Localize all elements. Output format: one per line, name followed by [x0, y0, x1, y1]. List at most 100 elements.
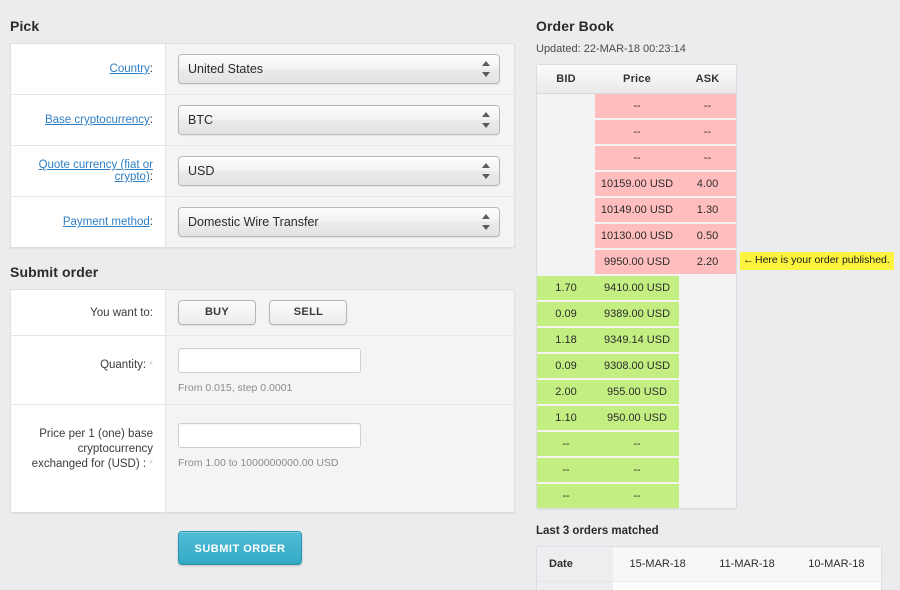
ask-row-bid-cell	[537, 250, 595, 276]
ask-row-bid-cell	[537, 224, 595, 250]
price-label-text: Price per 1 (one) base cryptocurrency ex…	[31, 428, 153, 470]
payment-method-label-link[interactable]: Payment method	[63, 216, 150, 228]
order-book-ask-row: -- --	[537, 146, 736, 172]
order-book-bid-row: 0.09 9308.00 USD	[537, 354, 736, 380]
order-book-ask-row: -- --	[537, 120, 736, 146]
bid-row-price-cell: 950.00 USD	[595, 406, 679, 432]
bid-row-bid-cell: 1.18	[537, 328, 595, 354]
ask-row-bid-cell	[537, 120, 595, 146]
quantity-label-cell: Quantity: *	[10, 335, 166, 405]
ask-row-bid-cell	[537, 198, 595, 224]
matched-orders-cell: 11-MAR-18	[702, 547, 792, 582]
base-crypto-label-link[interactable]: Base cryptocurrency	[45, 114, 150, 126]
ask-row-ask-cell: --	[679, 94, 736, 120]
order-book-bid-row: -- --	[537, 458, 736, 484]
matched-orders-title: Last 3 orders matched	[536, 525, 659, 537]
matched-orders-cell: 0.09	[613, 582, 703, 590]
ask-row-ask-cell: 0.50	[679, 224, 736, 250]
ask-row-price-cell: --	[595, 120, 679, 146]
sell-button[interactable]: SELL	[269, 300, 348, 325]
ask-row-ask-cell: --	[679, 120, 736, 146]
payment-method-label-colon: :	[149, 216, 153, 228]
order-book-head: BID Price ASK	[537, 65, 736, 94]
form-row-price: Price per 1 (one) base cryptocurrency ex…	[10, 404, 515, 513]
payment-method-select[interactable]: Domestic Wire Transfer	[178, 207, 500, 237]
pick-form-panel: Country: United States Base cryptocurren…	[10, 43, 515, 248]
order-book-bid-row: 1.10 950.00 USD	[537, 406, 736, 432]
quote-currency-select-value: USD	[188, 164, 215, 178]
bid-row-ask-cell	[679, 484, 736, 508]
order-book-bid-row: -- --	[537, 432, 736, 458]
price-hint: From 1.00 to 1000000000.00 USD	[178, 457, 339, 469]
order-book-bid-row: -- --	[537, 484, 736, 508]
base-crypto-select[interactable]: BTC	[178, 105, 500, 135]
quote-currency-label-link[interactable]: Quote currency (fiat or crypto)	[39, 159, 153, 183]
ask-row-ask-cell: --	[679, 146, 736, 172]
matched-orders-row-label: Date	[537, 547, 613, 582]
buy-button[interactable]: BUY	[178, 300, 256, 325]
order-book-ask-row: 9950.00 USD 2.20	[537, 250, 736, 276]
submit-section-title: Submit order	[10, 264, 99, 280]
matched-orders-cell: 0.02	[791, 582, 881, 590]
arrow-left-icon: ←	[743, 254, 754, 266]
order-book-bid-row: 1.70 9410.00 USD	[537, 276, 736, 302]
quantity-hint: From 0.015, step 0.0001	[178, 382, 293, 394]
matched-orders-row-label: Quantity	[537, 582, 613, 590]
order-book-header-ask: ASK	[679, 65, 736, 94]
price-required-mark: *	[149, 459, 153, 470]
quote-currency-label-colon: :	[149, 171, 153, 183]
base-crypto-label-cell: Base cryptocurrency:	[10, 94, 166, 146]
quantity-field-cell: From 0.015, step 0.0001	[165, 335, 515, 405]
submit-button-wrap: SUBMIT ORDER	[10, 531, 515, 565]
bid-row-ask-cell	[679, 328, 736, 354]
order-book-ask-row: -- --	[537, 94, 736, 120]
bid-row-bid-cell: --	[537, 484, 595, 508]
form-row-country: Country: United States	[10, 43, 515, 95]
bid-row-price-cell: --	[595, 484, 679, 508]
order-book-header-bid: BID	[537, 65, 595, 94]
submit-form-panel: You want to: BUY SELL Quantity: * From 0.…	[10, 289, 515, 513]
ask-row-price-cell: --	[595, 94, 679, 120]
price-input[interactable]	[178, 423, 361, 448]
ask-row-price-cell: --	[595, 146, 679, 172]
base-crypto-select-value: BTC	[188, 113, 213, 127]
bid-row-bid-cell: --	[537, 432, 595, 458]
quantity-input[interactable]	[178, 348, 361, 373]
bid-row-bid-cell: 2.00	[537, 380, 595, 406]
bid-row-price-cell: 9349.14 USD	[595, 328, 679, 354]
ask-row-ask-cell: 2.20	[679, 250, 736, 276]
left-column: Pick Country: United States Base cryptoc…	[10, 18, 515, 565]
country-select[interactable]: United States	[178, 54, 500, 84]
matched-orders-cell: 15-MAR-18	[613, 547, 703, 582]
ask-row-bid-cell	[537, 172, 595, 198]
bid-row-bid-cell: 0.09	[537, 354, 595, 380]
bid-row-bid-cell: 0.09	[537, 302, 595, 328]
right-column: Order Book Updated: 22-MAR-18 00:23:14 B…	[536, 18, 896, 590]
price-label-cell: Price per 1 (one) base cryptocurrency ex…	[10, 404, 166, 513]
order-book-bid-row: 1.18 9349.14 USD	[537, 328, 736, 354]
order-book-updated: Updated: 22-MAR-18 00:23:14	[536, 43, 686, 55]
form-row-base-crypto: Base cryptocurrency: BTC	[10, 94, 515, 146]
country-label-link[interactable]: Country	[110, 63, 150, 75]
quote-currency-select[interactable]: USD	[178, 156, 500, 186]
ask-row-price-cell: 10130.00 USD	[595, 224, 679, 250]
ask-row-bid-cell	[537, 94, 595, 120]
pick-section-title: Pick	[10, 18, 40, 34]
ask-row-ask-cell: 4.00	[679, 172, 736, 198]
payment-method-field-cell: Domestic Wire Transfer	[166, 197, 515, 248]
submit-order-button[interactable]: SUBMIT ORDER	[178, 531, 302, 565]
country-field-cell: United States	[165, 43, 515, 95]
chevron-updown-icon	[482, 213, 491, 231]
country-label-cell: Country:	[10, 43, 166, 95]
order-book-bid-row: 2.00 955.00 USD	[537, 380, 736, 406]
form-row-side: You want to: BUY SELL	[10, 289, 515, 336]
order-book-ask-row: 10149.00 USD 1.30	[537, 198, 736, 224]
bid-row-ask-cell	[679, 406, 736, 432]
bid-row-price-cell: 955.00 USD	[595, 380, 679, 406]
quantity-label-text: Quantity:	[100, 359, 147, 371]
matched-orders-row: Quantity0.091.000.02	[537, 582, 881, 590]
side-field-cell: BUY SELL	[165, 289, 515, 336]
order-book-ask-row: 10130.00 USD 0.50	[537, 224, 736, 250]
ask-row-bid-cell	[537, 146, 595, 172]
form-row-quote-currency: Quote currency (fiat or crypto): USD	[10, 145, 515, 197]
